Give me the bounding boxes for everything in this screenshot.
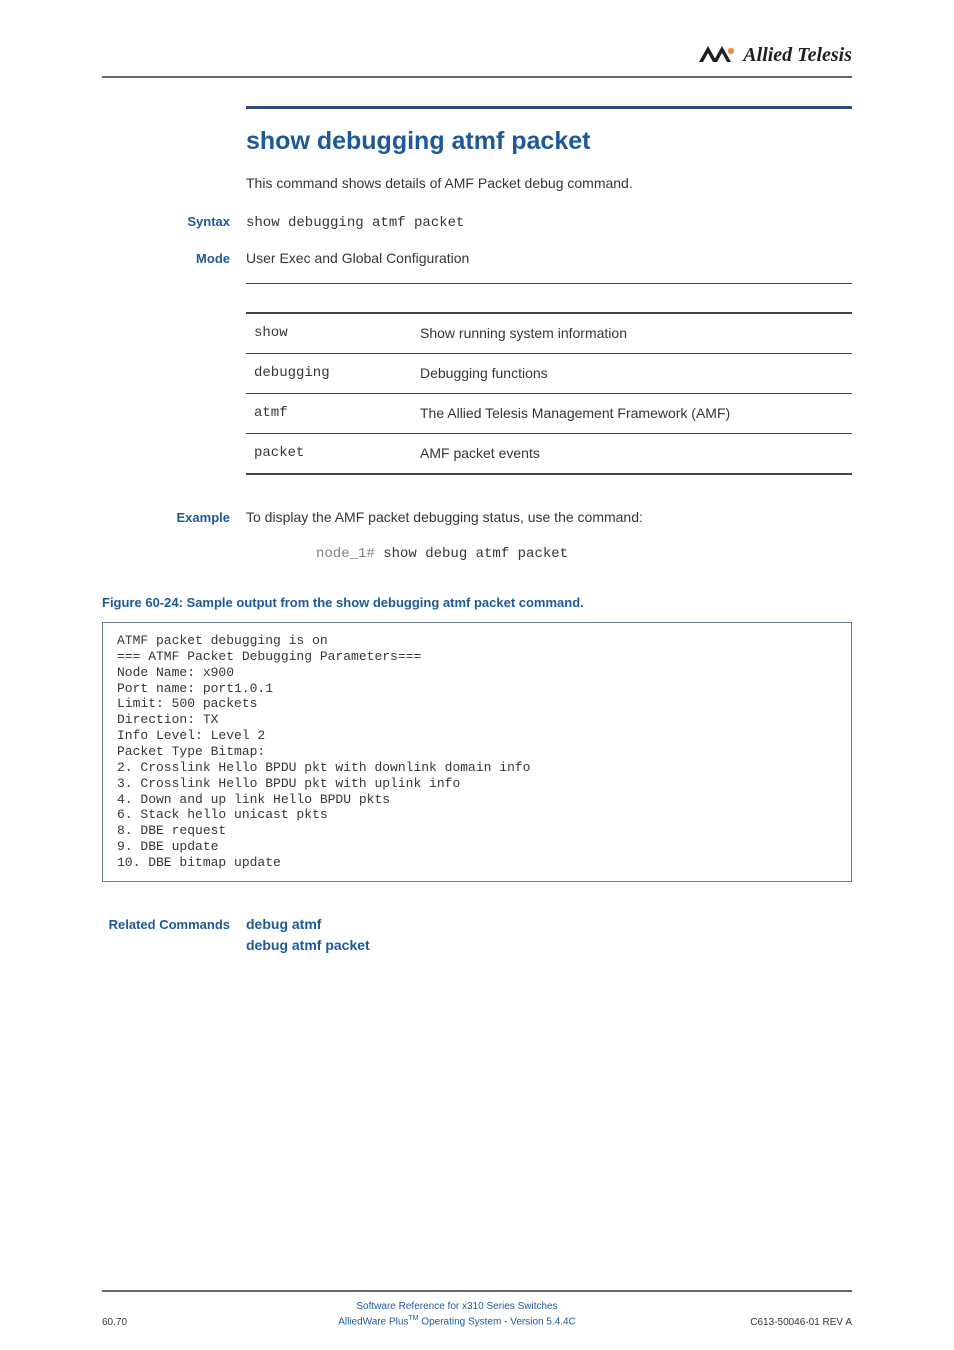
table-cell-desc: AMF packet events [412,433,852,474]
example-label: Example [102,508,246,528]
table-cell-desc: The Allied Telesis Management Framework … [412,393,852,433]
mode-label: Mode [102,249,246,269]
parameter-table: show Show running system information deb… [246,312,852,475]
table-cell-param: debugging [246,353,412,393]
table-row: show Show running system information [246,313,852,354]
table-cell-param: atmf [246,393,412,433]
table-cell-param: show [246,313,412,354]
footer-revision: C613-50046-01 REV A [732,1315,852,1330]
related-command-link[interactable]: debug atmf [246,914,852,935]
table-cell-desc: Debugging functions [412,353,852,393]
mode-value: User Exec and Global Configuration [246,248,852,269]
footer-center-text: Software Reference for x310 Series Switc… [182,1300,732,1330]
related-commands-label: Related Commands [102,915,246,935]
page-footer: 60.70 Software Reference for x310 Series… [102,1290,852,1330]
footer-page-number: 60.70 [102,1315,182,1330]
table-cell-desc: Show running system information [412,313,852,354]
page-title: show debugging atmf packet [246,123,852,161]
command-text: show debug atmf packet [375,546,568,562]
table-cell-param: packet [246,433,412,474]
footer-line2b: Operating System - Version 5.4.4C [419,1317,576,1328]
page-header: Allied Telesis [102,40,852,78]
command-prompt: node_1# [316,546,375,562]
footer-tm: TM [408,1315,418,1322]
syntax-label: Syntax [102,212,246,232]
divider [246,283,852,284]
example-value: To display the AMF packet debugging stat… [246,507,852,528]
table-row: packet AMF packet events [246,433,852,474]
table-row: debugging Debugging functions [246,353,852,393]
sample-output-box: ATMF packet debugging is on === ATMF Pac… [102,622,852,882]
brand-logo-text: Allied Telesis [737,40,852,70]
table-row: atmf The Allied Telesis Management Frame… [246,393,852,433]
example-command-line: node_1# show debug atmf packet [316,542,852,565]
brand-logo-icon [693,44,737,70]
related-command-link[interactable]: debug atmf packet [246,935,852,956]
syntax-value: show debugging atmf packet [246,213,852,234]
footer-line1: Software Reference for x310 Series Switc… [356,1301,557,1312]
footer-line2a: AlliedWare Plus [338,1317,408,1328]
intro-text: This command shows details of AMF Packet… [246,173,852,194]
figure-caption: Figure 60-24: Sample output from the sho… [102,593,852,613]
title-rule [246,106,852,109]
